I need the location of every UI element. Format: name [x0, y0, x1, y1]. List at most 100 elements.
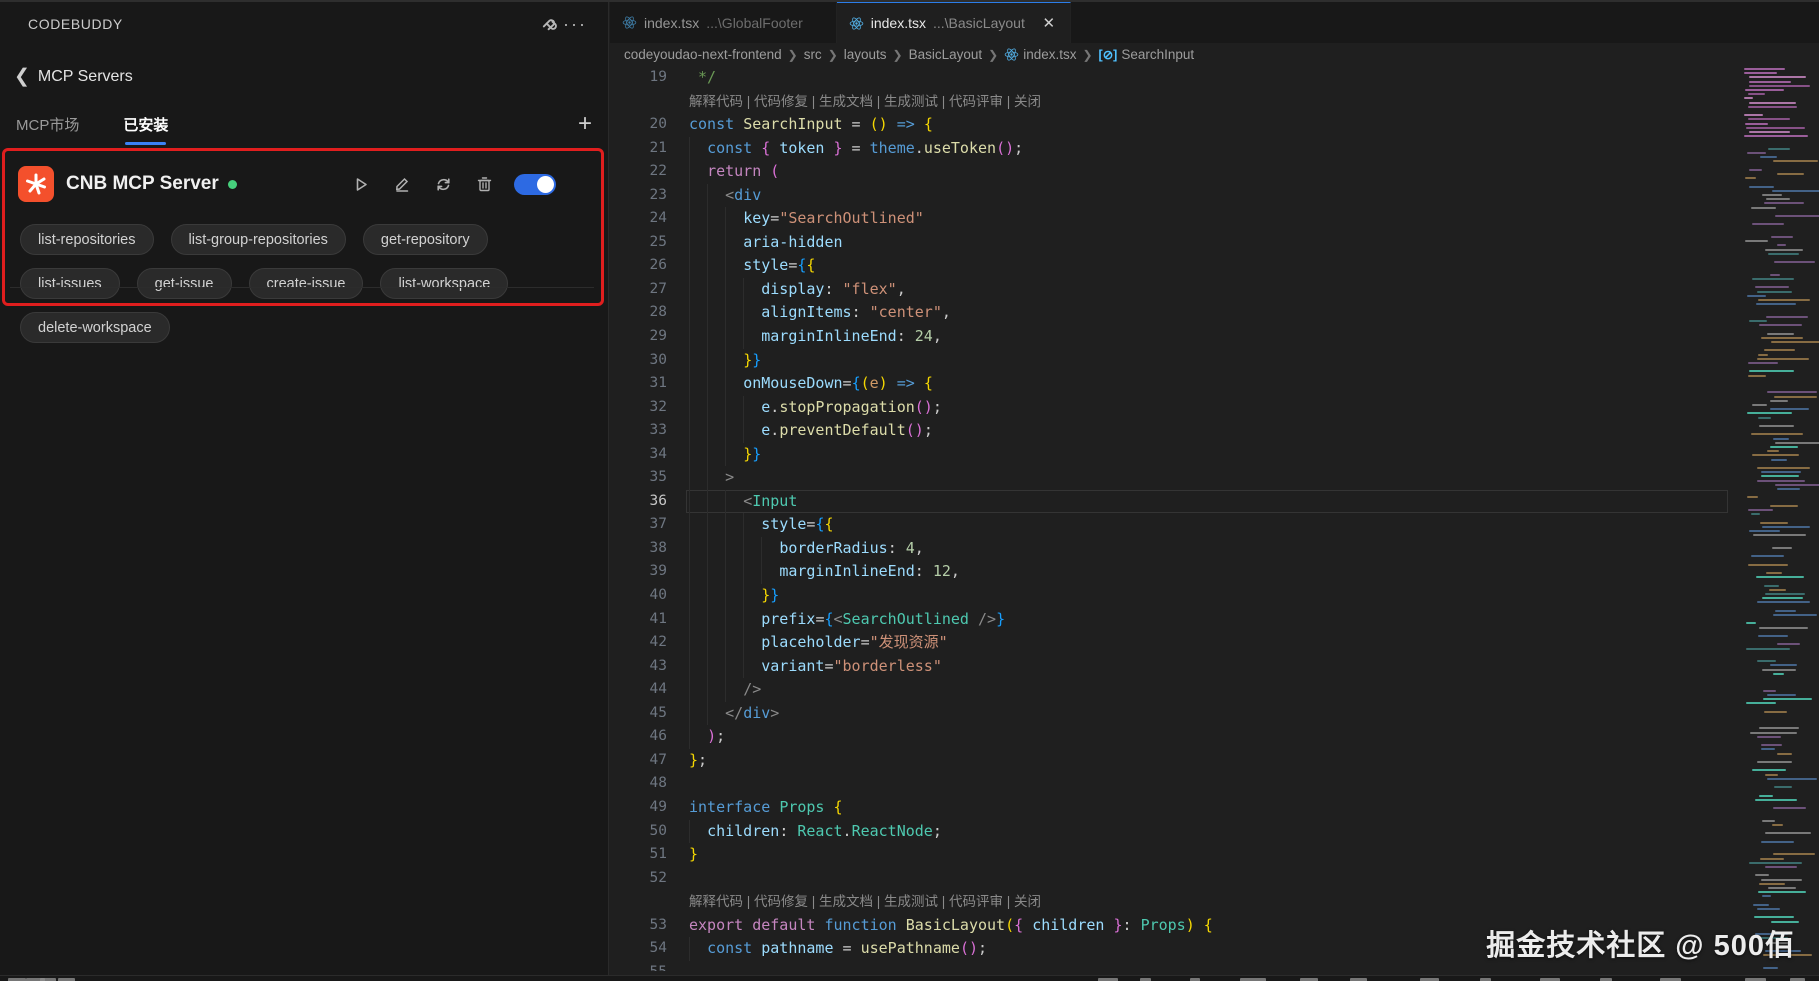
- line-number: 34: [649, 445, 667, 462]
- editor-tabbar: index.tsx ...\GlobalFooter index.tsx ...\B…: [610, 2, 1819, 43]
- run-server-button[interactable]: [350, 173, 372, 195]
- tab-mcp-market[interactable]: MCP市场: [16, 114, 79, 143]
- tool-chip-list-workspace[interactable]: list-workspace: [380, 268, 509, 299]
- breadcrumb-item-index.tsx[interactable]: index.tsx: [1004, 47, 1076, 62]
- edit-server-button[interactable]: [391, 173, 413, 195]
- react-icon: [1004, 48, 1019, 61]
- code-line-31: 31 onMouseDown={(e) => {: [610, 372, 1819, 396]
- editor-tab-1[interactable]: index.tsx ...\GlobalFooter: [610, 2, 837, 43]
- code-line-42: 42 placeholder="发现资源": [610, 631, 1819, 655]
- line-number: 44: [649, 681, 667, 698]
- line-number: 36: [649, 492, 667, 509]
- breadcrumb-separator: ❯: [988, 47, 999, 62]
- mcp-server-card[interactable]: CNB MCP Server list-repositories list-gr…: [6, 152, 600, 343]
- line-number: 30: [649, 351, 667, 368]
- code-line-26: 26 style={{: [610, 254, 1819, 278]
- code-line-19: 19 */: [610, 66, 1819, 90]
- line-number: 48: [649, 775, 667, 792]
- server-name: CNB MCP Server: [66, 173, 219, 194]
- code-line-22: 22 return (: [610, 160, 1819, 184]
- code-line-20: 20 const SearchInput = () => {: [610, 113, 1819, 137]
- enable-toggle[interactable]: [514, 173, 556, 195]
- code-line-46: 46 );: [610, 725, 1819, 749]
- codelens-row[interactable]: 解释代码 | 代码修复 | 生成文档 | 生成测试 | 代码评审 | 关闭: [610, 890, 1819, 914]
- tool-chip-list: list-repositories list-group-repositories…: [18, 224, 588, 343]
- code-line-28: 28 alignItems: "center",: [610, 301, 1819, 326]
- status-bar: [0, 975, 1819, 981]
- line-number: 41: [649, 610, 667, 627]
- symbol-variable-icon: [⊘]: [1098, 48, 1118, 62]
- tool-chip-get-issue[interactable]: get-issue: [136, 268, 232, 299]
- line-number: 37: [649, 516, 667, 533]
- line-number: 33: [649, 422, 667, 439]
- breadcrumb-item-codeyoudao-next-frontend[interactable]: codeyoudao-next-frontend: [624, 47, 782, 62]
- tool-chip-create-issue[interactable]: create-issue: [248, 268, 364, 299]
- code-editor[interactable]: 19 */解释代码 | 代码修复 | 生成文档 | 生成测试 | 代码评审 | …: [610, 66, 1819, 971]
- code-line-51: 51}: [610, 843, 1819, 867]
- line-number: 21: [649, 139, 667, 156]
- line-number: 42: [649, 634, 667, 651]
- tool-chip-get-repository[interactable]: get-repository: [362, 224, 488, 255]
- code-line-47: 47};: [610, 749, 1819, 773]
- code-line-48: 48: [610, 772, 1819, 796]
- more-actions-icon[interactable]: ···: [562, 11, 588, 37]
- code-line-23: 23 <div: [610, 183, 1819, 208]
- code-line-30: 30 }}: [610, 348, 1819, 373]
- sidebar-titlebar: CODEBUDDY ···: [0, 2, 608, 46]
- tab-installed[interactable]: 已安装: [123, 114, 168, 145]
- code-line-43: 43 variant="borderless": [610, 654, 1819, 679]
- close-icon[interactable]: ✕: [1040, 14, 1058, 32]
- code-line-34: 34 }}: [610, 442, 1819, 467]
- line-number: 28: [649, 304, 667, 321]
- back-chevron-icon: ❮: [14, 65, 30, 87]
- code-line-36: 36 <Input: [610, 489, 1819, 514]
- breadcrumb-item-src[interactable]: src: [804, 47, 822, 62]
- tab-file-path: ...\GlobalFooter: [706, 14, 803, 31]
- line-number: 54: [649, 940, 667, 957]
- tool-chip-list-issues[interactable]: list-issues: [20, 268, 120, 299]
- line-number: 29: [649, 328, 667, 345]
- app-window: CODEBUDDY ··· ❮ MCP Servers MCP市场 已安装 +: [0, 0, 1819, 981]
- editor-tab-2[interactable]: index.tsx ...\BasicLayout ✕: [836, 2, 1071, 43]
- breadcrumb-separator: ❯: [827, 47, 838, 62]
- tool-chip-list-group-repositories[interactable]: list-group-repositories: [170, 224, 346, 255]
- back-to-mcp-servers[interactable]: ❮ MCP Servers: [0, 60, 608, 94]
- tool-chip-delete-workspace[interactable]: delete-workspace: [20, 312, 170, 343]
- delete-server-button[interactable]: [473, 173, 495, 195]
- react-icon: [849, 16, 863, 30]
- code-line-45: 45 </div>: [610, 701, 1819, 726]
- code-line-25: 25 aria-hidden: [610, 230, 1819, 255]
- tool-chip-list-repositories[interactable]: list-repositories: [20, 224, 154, 255]
- sidebar-tabs: MCP市场 已安装 +: [0, 108, 608, 148]
- breadcrumb-item-BasicLayout[interactable]: BasicLayout: [909, 47, 983, 62]
- code-line-29: 29 marginInlineEnd: 24,: [610, 325, 1819, 349]
- breadcrumb-separator: ❯: [1082, 47, 1093, 62]
- back-label: MCP Servers: [37, 68, 133, 85]
- code-line-32: 32 e.stopPropagation();: [610, 395, 1819, 420]
- line-number: 46: [649, 728, 667, 745]
- line-number: 25: [649, 233, 667, 250]
- watermark: 掘金技术社区 @ 500佰: [1486, 930, 1795, 962]
- breadcrumb-separator: ❯: [787, 47, 798, 62]
- code-line-49: 49 interface Props {: [610, 796, 1819, 820]
- line-number: 19: [649, 69, 667, 85]
- line-number: 45: [649, 704, 667, 721]
- breadcrumb-separator: ❯: [892, 47, 903, 62]
- mcp-logo-icon[interactable]: [536, 11, 562, 37]
- line-number: 32: [649, 398, 667, 415]
- server-actions: [350, 173, 588, 195]
- line-number: 22: [649, 163, 667, 180]
- code-line-37: 37 style={{: [610, 513, 1819, 537]
- code-line-38: 38 borderRadius: 4,: [610, 536, 1819, 561]
- refresh-server-button[interactable]: [432, 173, 454, 195]
- line-number: 23: [649, 186, 667, 203]
- minimap[interactable]: [1730, 66, 1819, 971]
- breadcrumb-item-SearchInput[interactable]: [⊘] SearchInput: [1099, 47, 1195, 62]
- add-server-button[interactable]: +: [578, 112, 592, 136]
- code-line-44: 44 />: [610, 678, 1819, 702]
- line-number: 40: [649, 587, 667, 604]
- codelens-row[interactable]: 解释代码 | 代码修复 | 生成文档 | 生成测试 | 代码评审 | 关闭: [610, 90, 1819, 114]
- code-line-40: 40 }}: [610, 584, 1819, 608]
- line-number: 50: [649, 822, 667, 839]
- breadcrumb-item-layouts[interactable]: layouts: [844, 47, 887, 62]
